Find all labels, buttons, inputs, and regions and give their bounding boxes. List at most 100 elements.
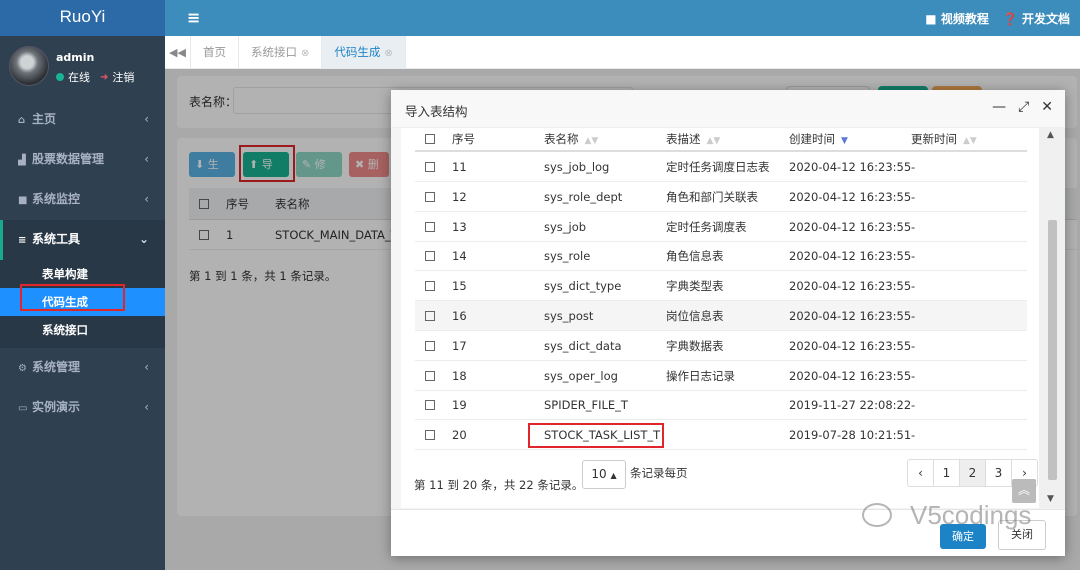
row-checkbox[interactable] (425, 340, 435, 351)
row-create-time: 2019-11-27 22:08:22 (789, 398, 912, 413)
avatar[interactable] (9, 46, 49, 86)
pagination-page-1[interactable]: 1 (933, 459, 960, 487)
chevron-down-icon: ⌄ (138, 232, 149, 246)
row-no: 17 (452, 338, 467, 353)
home-icon: ⌂ (18, 115, 26, 126)
watermark: V5codings (862, 500, 1031, 531)
close-icon[interactable]: ✕ (1041, 99, 1053, 115)
table-row[interactable]: 15 sys_dict_type 字典类型表 2020-04-12 16:23:55- (415, 271, 1027, 302)
sidebar-item-stock-data[interactable]: ▟ 股票数据管理 ‹ (0, 140, 165, 180)
user-panel: admin 在线 ➜ 注销 (0, 36, 165, 100)
col-header-table-name[interactable]: 表名称 ▲▼ (544, 128, 598, 152)
row-checkbox[interactable] (425, 400, 435, 411)
table-row[interactable]: 20 STOCK_TASK_LIST_T 2019-07-28 10:21:51- (415, 420, 1027, 451)
pagination-prev[interactable]: ‹ (907, 459, 934, 487)
row-checkbox[interactable] (425, 281, 435, 292)
row-create-time: 2019-07-28 10:21:51 (789, 428, 912, 443)
app-logo[interactable]: RuoYi (0, 0, 165, 36)
table-row[interactable]: 13 sys_job 定时任务调度表 2020-04-12 16:23:55- (415, 212, 1027, 242)
sort-icon: ▲▼ (963, 136, 977, 146)
desktop-icon: ▭ (18, 403, 28, 414)
row-table-name: sys_post (544, 309, 594, 323)
row-no: 19 (452, 398, 467, 413)
select-all-checkbox[interactable] (425, 134, 435, 144)
col-header-table-desc[interactable]: 表描述 ▲▼ (666, 128, 720, 152)
chevron-left-icon: ‹ (144, 400, 149, 414)
modal-table-header: 序号 表名称 ▲▼ 表描述 ▲▼ 创建时间 ▼ 更新时间 ▲▼ (415, 128, 1027, 152)
row-checkbox[interactable] (425, 370, 435, 381)
row-table-desc: 岗位信息表 (666, 309, 724, 323)
tab-close-icon[interactable]: ⊗ (301, 48, 309, 59)
modal-title: 导入表结构 (405, 104, 468, 119)
modal-body: 序号 表名称 ▲▼ 表描述 ▲▼ 创建时间 ▼ 更新时间 ▲▼ 11 sys_job_lo… (391, 128, 1065, 509)
row-checkbox[interactable] (425, 251, 435, 262)
video-tutorial-link[interactable]: ■ 视频教程 (925, 10, 989, 27)
table-row[interactable]: 18 sys_oper_log 操作日志记录 2020-04-12 16:23:55- (415, 361, 1027, 391)
sidebar-item-monitor[interactable]: ■ 系统监控 ‹ (0, 180, 165, 220)
pagination-page-3[interactable]: 3 (985, 459, 1012, 487)
sidebar-menu: ⌂ 主页 ‹ ▟ 股票数据管理 ‹ ■ 系统监控 ‹ ≡ 系统工具 ⌄ 表单构建 代码生… (0, 100, 165, 428)
row-no: 18 (452, 368, 467, 383)
row-no: 11 (452, 160, 467, 174)
import-table-modal: 导入表结构 — ⤢ ✕ 序号 表名称 ▲▼ 表描述 ▲▼ 创建时间 ▼ 更新时间 ▲▼ … (391, 90, 1065, 556)
table-row[interactable]: 16 sys_post 岗位信息表 2020-04-12 16:23:55- (415, 301, 1027, 331)
row-no: 13 (452, 219, 467, 234)
sidebar-subitem-sys-api[interactable]: 系统接口 (0, 316, 165, 344)
col-header-create-time[interactable]: 创建时间 ▼ (789, 128, 848, 152)
scrollbar-thumb[interactable] (1048, 220, 1057, 480)
row-update-time: - (911, 249, 916, 264)
table-row[interactable]: 11 sys_job_log 定时任务调度日志表 2020-04-12 16:23:5… (415, 152, 1027, 182)
sidebar-item-home[interactable]: ⌂ 主页 ‹ (0, 100, 165, 140)
page-tabs: ◀◀ 首页 系统接口 ⊗ 代码生成 ⊗ (165, 36, 1080, 69)
scroll-up-icon[interactable]: ▲ (1047, 130, 1054, 140)
table-row[interactable]: 17 sys_dict_data 字典数据表 2020-04-12 16:23:55- (415, 331, 1027, 361)
col-header-update-time[interactable]: 更新时间 ▲▼ (911, 128, 977, 152)
modal-scrollbar[interactable]: ▲ ▼ (1039, 128, 1065, 508)
tab-sys-api[interactable]: 系统接口 ⊗ (239, 36, 323, 68)
table-row[interactable]: 19 SPIDER_FILE_T 2019-11-27 22:08:22- (415, 390, 1027, 421)
minimize-icon[interactable]: — (992, 99, 1006, 115)
table-row[interactable]: 12 sys_role_dept 角色和部门关联表 2020-04-12 16:23:… (415, 182, 1027, 212)
highlight-box-code-gen (20, 284, 125, 311)
row-checkbox[interactable] (425, 191, 435, 202)
pagination-page-2[interactable]: 2 (959, 459, 986, 487)
question-icon: ❓ (1002, 12, 1018, 26)
row-table-name: sys_job_log (544, 160, 610, 174)
row-no: 14 (452, 249, 467, 264)
dev-docs-link[interactable]: ❓ 开发文档 (1003, 10, 1070, 27)
row-checkbox[interactable] (425, 430, 435, 441)
chevron-left-icon: ‹ (144, 360, 149, 374)
tab-close-icon[interactable]: ⊗ (384, 48, 392, 59)
row-checkbox[interactable] (425, 221, 435, 232)
table-row[interactable]: 14 sys_role 角色信息表 2020-04-12 16:23:55- (415, 241, 1027, 272)
top-navbar: ≡ ■ 视频教程 ❓ 开发文档 (165, 0, 1080, 36)
video-icon: ■ (18, 195, 28, 206)
row-checkbox[interactable] (425, 162, 435, 172)
hamburger-icon[interactable]: ≡ (187, 8, 200, 27)
tabs-scroll-left-icon[interactable]: ◀◀ (165, 36, 191, 68)
modal-header: 导入表结构 — ⤢ ✕ (391, 90, 1065, 128)
modal-controls: — ⤢ ✕ (992, 99, 1053, 115)
row-create-time: 2020-04-12 16:23:55 (789, 338, 912, 353)
row-table-desc: 字典数据表 (666, 338, 724, 353)
sidebar-item-demo[interactable]: ▭ 实例演示 ‹ (0, 388, 165, 428)
row-no: 15 (452, 279, 467, 294)
sidebar-item-tools[interactable]: ≡ 系统工具 ⌄ (0, 220, 165, 260)
page-size-select[interactable]: 10 ▲ (582, 460, 626, 489)
row-create-time: 2020-04-12 16:23:55 (789, 279, 912, 294)
caret-up-icon: ▲ (610, 471, 617, 480)
tab-home[interactable]: 首页 (191, 36, 239, 68)
sidebar-item-system[interactable]: ⚙ 系统管理 ‹ (0, 348, 165, 388)
logout-link[interactable]: 注销 (112, 69, 134, 85)
maximize-icon[interactable]: ⤢ (1018, 99, 1029, 115)
row-table-name: sys_dict_data (544, 338, 622, 353)
video-icon: ■ (925, 12, 937, 26)
row-update-time: - (911, 219, 916, 234)
logout-icon[interactable]: ➜ (100, 72, 108, 83)
online-dot-icon (56, 73, 64, 81)
tab-code-gen[interactable]: 代码生成 ⊗ (322, 36, 406, 68)
scroll-down-icon[interactable]: ▼ (1047, 494, 1054, 504)
row-checkbox[interactable] (425, 311, 435, 321)
row-create-time: 2020-04-12 16:23:55 (789, 309, 912, 323)
sort-icon: ▲▼ (706, 136, 721, 146)
